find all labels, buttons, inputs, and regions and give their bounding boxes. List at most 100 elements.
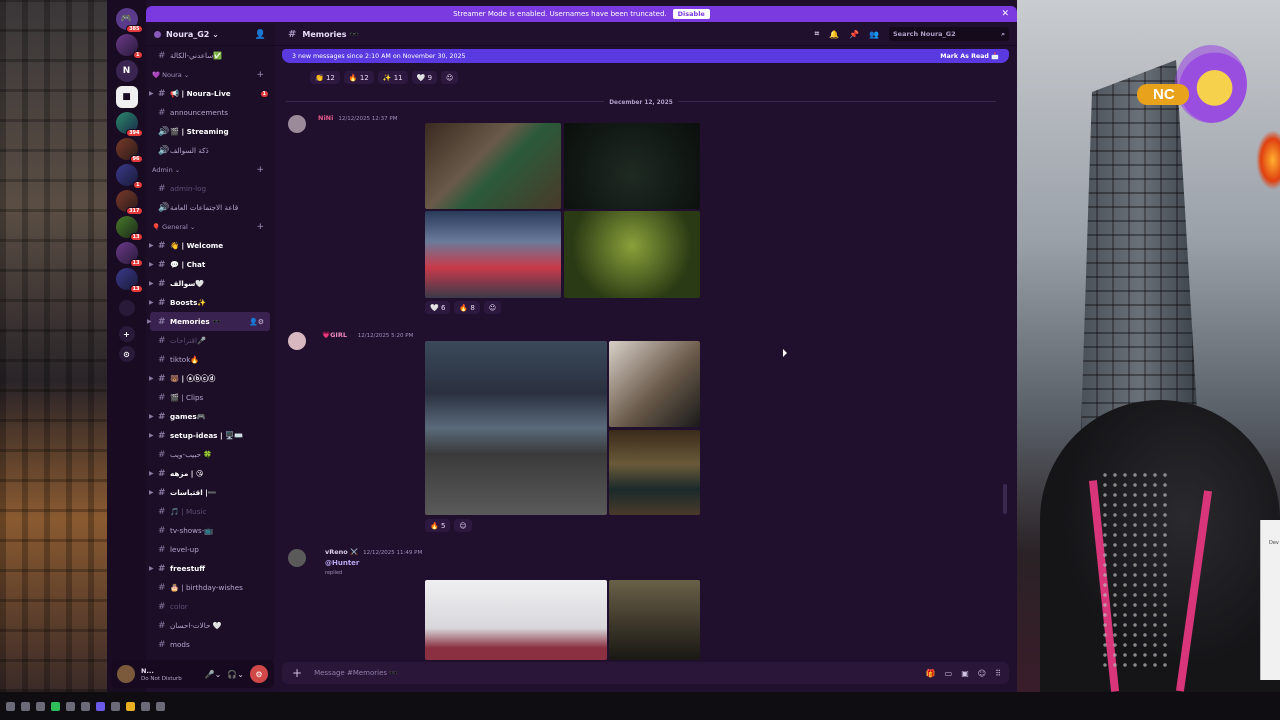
- add-server-icon[interactable]: +: [118, 326, 135, 342]
- avatar[interactable]: [117, 665, 135, 683]
- gear-icon[interactable]: ⚙: [250, 665, 268, 683]
- photo-attachment[interactable]: [425, 211, 561, 298]
- discover-icon[interactable]: ⊙: [118, 346, 135, 362]
- sticker-icon[interactable]: ▣: [961, 669, 969, 678]
- photo-attachment[interactable]: [425, 341, 607, 515]
- photo-attachment[interactable]: [609, 580, 700, 660]
- channel-setup-ideas[interactable]: ▶ # setup-ideas | 🖥️⌨️: [146, 426, 274, 445]
- taskbar-app-icon[interactable]: [81, 701, 90, 711]
- reaction-chip[interactable]: 🤍 6: [425, 301, 451, 314]
- channel-memories[interactable]: ▶ # Memories 🕶️ 👤⚙: [147, 312, 270, 331]
- pin-icon[interactable]: 📌: [849, 30, 859, 39]
- channel-tv-shows[interactable]: # tv-shows-📺: [146, 521, 274, 540]
- server-folder-icon[interactable]: 13: [115, 268, 143, 293]
- threads-icon[interactable]: ⌗: [815, 29, 820, 39]
- close-icon[interactable]: ✕: [1001, 9, 1009, 19]
- gif-icon[interactable]: ▭: [945, 669, 953, 678]
- channel-mods[interactable]: # mods: [146, 635, 274, 654]
- channel-ontime[interactable]: # حبيب-ويب 🍀: [146, 445, 274, 464]
- mark-as-read-button[interactable]: Mark As Read 📩: [940, 52, 999, 60]
- channel-games[interactable]: ▶ # games🎮: [146, 407, 274, 426]
- reaction-chip[interactable]: 🔥 12: [343, 71, 374, 84]
- add-channel-icon[interactable]: +: [256, 165, 264, 175]
- channel-color[interactable]: # color: [146, 597, 274, 616]
- bell-icon[interactable]: 🔔: [829, 30, 839, 39]
- channel-top[interactable]: # ساعدني-الكالة✅: [146, 46, 274, 65]
- direct-messages-icon[interactable]: 🎮 385: [115, 8, 143, 33]
- channel-public-hall[interactable]: 🔊 قاعة الاجتماعات العامة: [146, 198, 274, 217]
- add-reaction-button[interactable]: ☺: [454, 519, 472, 532]
- apps-icon[interactable]: ⠿: [995, 669, 1001, 678]
- taskbar-app-icon[interactable]: [141, 701, 150, 711]
- photo-attachment[interactable]: [425, 580, 607, 660]
- photo-attachment[interactable]: [425, 123, 561, 209]
- headphones-icon[interactable]: 🎧⌄: [227, 670, 244, 679]
- side-popup-window[interactable]: Dev: [1260, 520, 1280, 680]
- channel-suggestions[interactable]: # اقتراحات🎤: [146, 331, 274, 350]
- gift-icon[interactable]: 🎁: [926, 669, 936, 678]
- channel-status[interactable]: # حالات-احسان 🤍: [146, 616, 274, 635]
- taskbar-app-icon[interactable]: [6, 701, 15, 711]
- channel-announcements[interactable]: # announcements: [146, 103, 274, 122]
- channel-welcome[interactable]: ▶ # 👋 | Welcome: [146, 236, 274, 255]
- channel-streaming[interactable]: 🔊 🎬 | Streaming: [146, 122, 274, 141]
- server-icon[interactable]: [118, 300, 135, 316]
- taskbar-app-icon[interactable]: [111, 701, 120, 711]
- channel-tiktok[interactable]: # tiktok🔥: [146, 350, 274, 369]
- channel-freestuff[interactable]: ▶ # freestuff: [146, 559, 274, 578]
- server-icon[interactable]: 1: [115, 34, 143, 59]
- members-icon[interactable]: 👥: [869, 30, 879, 39]
- channel-circles[interactable]: ▶ # 🐻 | ⓐⓑⓒⓓ: [146, 369, 274, 388]
- search-input[interactable]: Search Noura_G2 ⌕: [889, 27, 1009, 41]
- attach-plus-icon[interactable]: +: [292, 666, 302, 680]
- server-icon[interactable]: 96: [115, 138, 143, 163]
- channel-chat[interactable]: ▶ # 💬 | Chat: [146, 255, 274, 274]
- mention-text[interactable]: @Hunter: [325, 559, 359, 567]
- add-channel-icon[interactable]: +: [256, 222, 264, 232]
- message-author[interactable]: vReno ⚔️: [325, 548, 358, 556]
- server-icon[interactable]: 394: [115, 112, 143, 137]
- spotify-icon[interactable]: [51, 701, 60, 711]
- photo-attachment[interactable]: [609, 430, 700, 515]
- reaction-chip[interactable]: 🔥 8: [454, 301, 480, 314]
- channel-hearts[interactable]: ▶ # سوالف🤍: [146, 274, 274, 293]
- server-icon[interactable]: 13: [115, 216, 143, 241]
- reaction-chip[interactable]: 👏 12: [310, 71, 340, 84]
- photo-attachment[interactable]: [564, 211, 700, 298]
- message-author[interactable]: NiNi: [318, 114, 333, 122]
- photo-attachment[interactable]: [564, 123, 700, 209]
- avatar[interactable]: [288, 115, 306, 133]
- channel-lobby[interactable]: 🔊 دَكة السوالف: [146, 141, 274, 160]
- taskbar-app-icon[interactable]: [156, 701, 165, 711]
- channel-boosts[interactable]: ▶ # Boosts✨: [146, 293, 274, 312]
- scrollbar-thumb[interactable]: [1003, 484, 1007, 514]
- channel-music[interactable]: # 🎵 | Music: [146, 502, 274, 521]
- taskbar-app-icon[interactable]: [36, 701, 45, 711]
- disable-button[interactable]: Disable: [672, 9, 710, 19]
- emoji-icon[interactable]: ☺: [978, 669, 986, 678]
- server-icon[interactable]: 1: [115, 164, 143, 189]
- channel-noura-live[interactable]: ▶ # 📢 | Noura-Live 1: [146, 84, 274, 103]
- add-reaction-button[interactable]: ☺: [483, 301, 502, 314]
- channel-clips[interactable]: # 🎬 | Clips: [146, 388, 274, 407]
- discord-taskbar-icon[interactable]: [96, 701, 105, 711]
- avatar[interactable]: [288, 332, 306, 350]
- photo-attachment[interactable]: [609, 341, 700, 427]
- new-messages-bar[interactable]: 3 new messages since 2:10 AM on November…: [282, 49, 1009, 63]
- server-icon-n[interactable]: N: [115, 60, 138, 82]
- channel-birthday-wishes[interactable]: # 🎂 | birthday-wishes: [146, 578, 274, 597]
- chrome-icon[interactable]: [126, 701, 135, 711]
- avatar[interactable]: [288, 549, 306, 567]
- channel-quotes[interactable]: ▶ # اقتباسات |➖: [146, 483, 274, 502]
- reaction-chip[interactable]: 🤍 9: [411, 71, 438, 84]
- server-header[interactable]: Noura_G2 ⌄ 👤: [146, 24, 274, 46]
- reaction-chip[interactable]: 🔥 5: [425, 519, 451, 532]
- server-icon-active[interactable]: ■: [115, 86, 138, 108]
- channel-level-up[interactable]: # level-up: [146, 540, 274, 559]
- category-general[interactable]: 🎈 General ⌄ +: [146, 217, 274, 236]
- category-admin[interactable]: Admin ⌄ +: [146, 160, 274, 179]
- server-icon[interactable]: 317: [115, 190, 143, 215]
- taskbar-app-icon[interactable]: [66, 701, 75, 711]
- microphone-icon[interactable]: 🎤⌄: [205, 670, 222, 679]
- reaction-chip[interactable]: ✨ 11: [377, 71, 408, 84]
